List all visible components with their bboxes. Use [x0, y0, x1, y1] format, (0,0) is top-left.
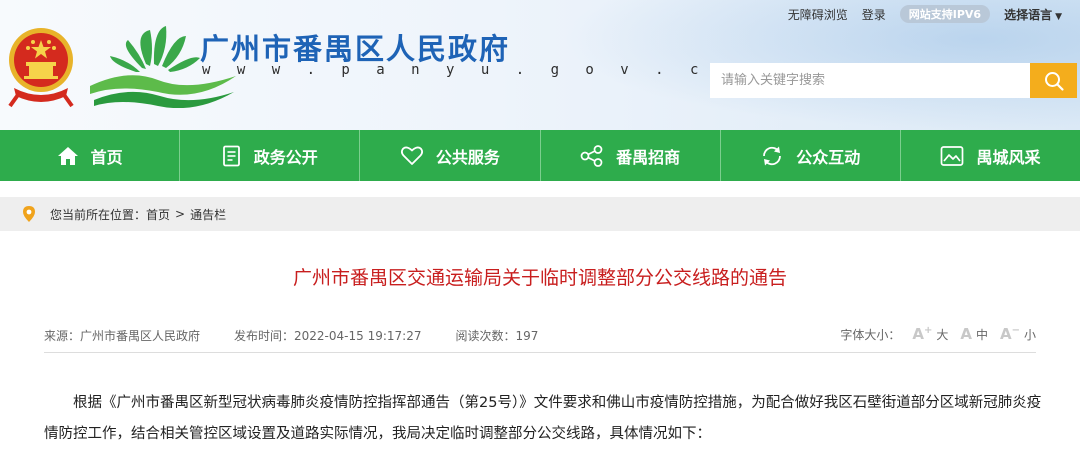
- nav-item-label: 公众互动: [796, 147, 861, 167]
- ipv6-badge: 网站支持IPV6: [899, 5, 991, 23]
- breadcrumb: 您当前所在位置： 首页 > 通告栏: [0, 197, 1080, 231]
- search-icon: [1044, 71, 1064, 91]
- meta-divider: [44, 352, 1036, 353]
- search-box: [710, 63, 1030, 98]
- language-selector[interactable]: 选择语言 ▼: [1004, 6, 1062, 23]
- site-header: 无障碍浏览 登录 网站支持IPV6 选择语言 ▼ 广州市番禺区人民政府 w w w…: [0, 0, 1080, 130]
- font-size-large-button[interactable]: A+ 大: [912, 325, 948, 343]
- article-meta: 来源：广州市番禺区人民政府 发布时间：2022-04-15 19:17:27 阅…: [44, 325, 1036, 345]
- breadcrumb-home[interactable]: 首页: [146, 206, 170, 223]
- site-url: w w w . p a n y u . g o v . c n: [202, 62, 743, 78]
- font-size-medium-label: 中: [975, 327, 988, 342]
- share-icon: [580, 144, 603, 167]
- font-normal-icon: A: [960, 325, 972, 343]
- breadcrumb-prefix: 您当前所在位置：: [50, 207, 147, 222]
- nav-item-label: 政务公开: [253, 147, 318, 167]
- font-increase-icon: A+: [912, 325, 933, 343]
- nav-item-city-scenery[interactable]: 禺城风采: [901, 130, 1080, 181]
- nav-item-interaction[interactable]: 公众互动: [721, 130, 901, 181]
- national-emblem-icon: [8, 28, 74, 108]
- article-source: 来源：广州市番禺区人民政府: [44, 328, 201, 343]
- breadcrumb-current[interactable]: 通告栏: [190, 206, 226, 223]
- font-size-medium-button[interactable]: A 中: [960, 325, 988, 343]
- nav-item-label: 番禺招商: [616, 147, 681, 167]
- search-input[interactable]: [711, 64, 1029, 97]
- nav-item-gov-affairs[interactable]: 政务公开: [180, 130, 361, 181]
- breadcrumb-separator: >: [175, 207, 186, 221]
- heart-icon: [400, 146, 423, 165]
- nav-item-home[interactable]: 首页: [0, 130, 181, 181]
- nav-item-label: 公共服务: [435, 147, 500, 167]
- picture-icon: [941, 145, 964, 166]
- top-links: 无障碍浏览 登录 网站支持IPV6 选择语言 ▼: [788, 5, 1062, 23]
- nav-item-label: 首页: [90, 147, 123, 167]
- login-link[interactable]: 登录: [862, 6, 886, 23]
- article-views: 阅读次数：197: [455, 328, 539, 343]
- refresh-icon: [763, 146, 782, 165]
- home-icon: [57, 146, 78, 165]
- main-nav: 首页 政务公开 公共服务 番禺招商 公众互动 禺城风采: [0, 130, 1080, 181]
- accessible-browse-link[interactable]: 无障碍浏览: [788, 6, 848, 23]
- nav-item-label: 禺城风采: [976, 147, 1041, 167]
- location-pin-icon: [23, 206, 35, 222]
- font-size-control: 字体大小： A+ 大 A 中 A− 小: [840, 325, 1036, 343]
- article-title: 广州市番禺区交通运输局关于临时调整部分公交线路的通告: [292, 267, 787, 289]
- font-size-small-button[interactable]: A− 小: [1000, 325, 1036, 343]
- font-size-large-label: 大: [936, 327, 949, 342]
- nav-item-investment[interactable]: 番禺招商: [541, 130, 721, 181]
- language-label: 选择语言: [1004, 7, 1053, 22]
- nav-item-public-service[interactable]: 公共服务: [360, 130, 541, 181]
- font-decrease-icon: A−: [999, 325, 1020, 343]
- search-button[interactable]: [1030, 63, 1077, 98]
- article-body: 根据《广州市番禺区新型冠状病毒肺炎疫情防控指挥部通告（第25号）》文件要求和佛山…: [44, 395, 1042, 442]
- article-publish-time: 发布时间：2022-04-15 19:17:27: [234, 328, 422, 343]
- chevron-down-icon: ▼: [1055, 11, 1062, 22]
- font-size-small-label: 小: [1023, 327, 1036, 342]
- font-size-label: 字体大小：: [840, 327, 901, 342]
- document-icon: [222, 145, 240, 166]
